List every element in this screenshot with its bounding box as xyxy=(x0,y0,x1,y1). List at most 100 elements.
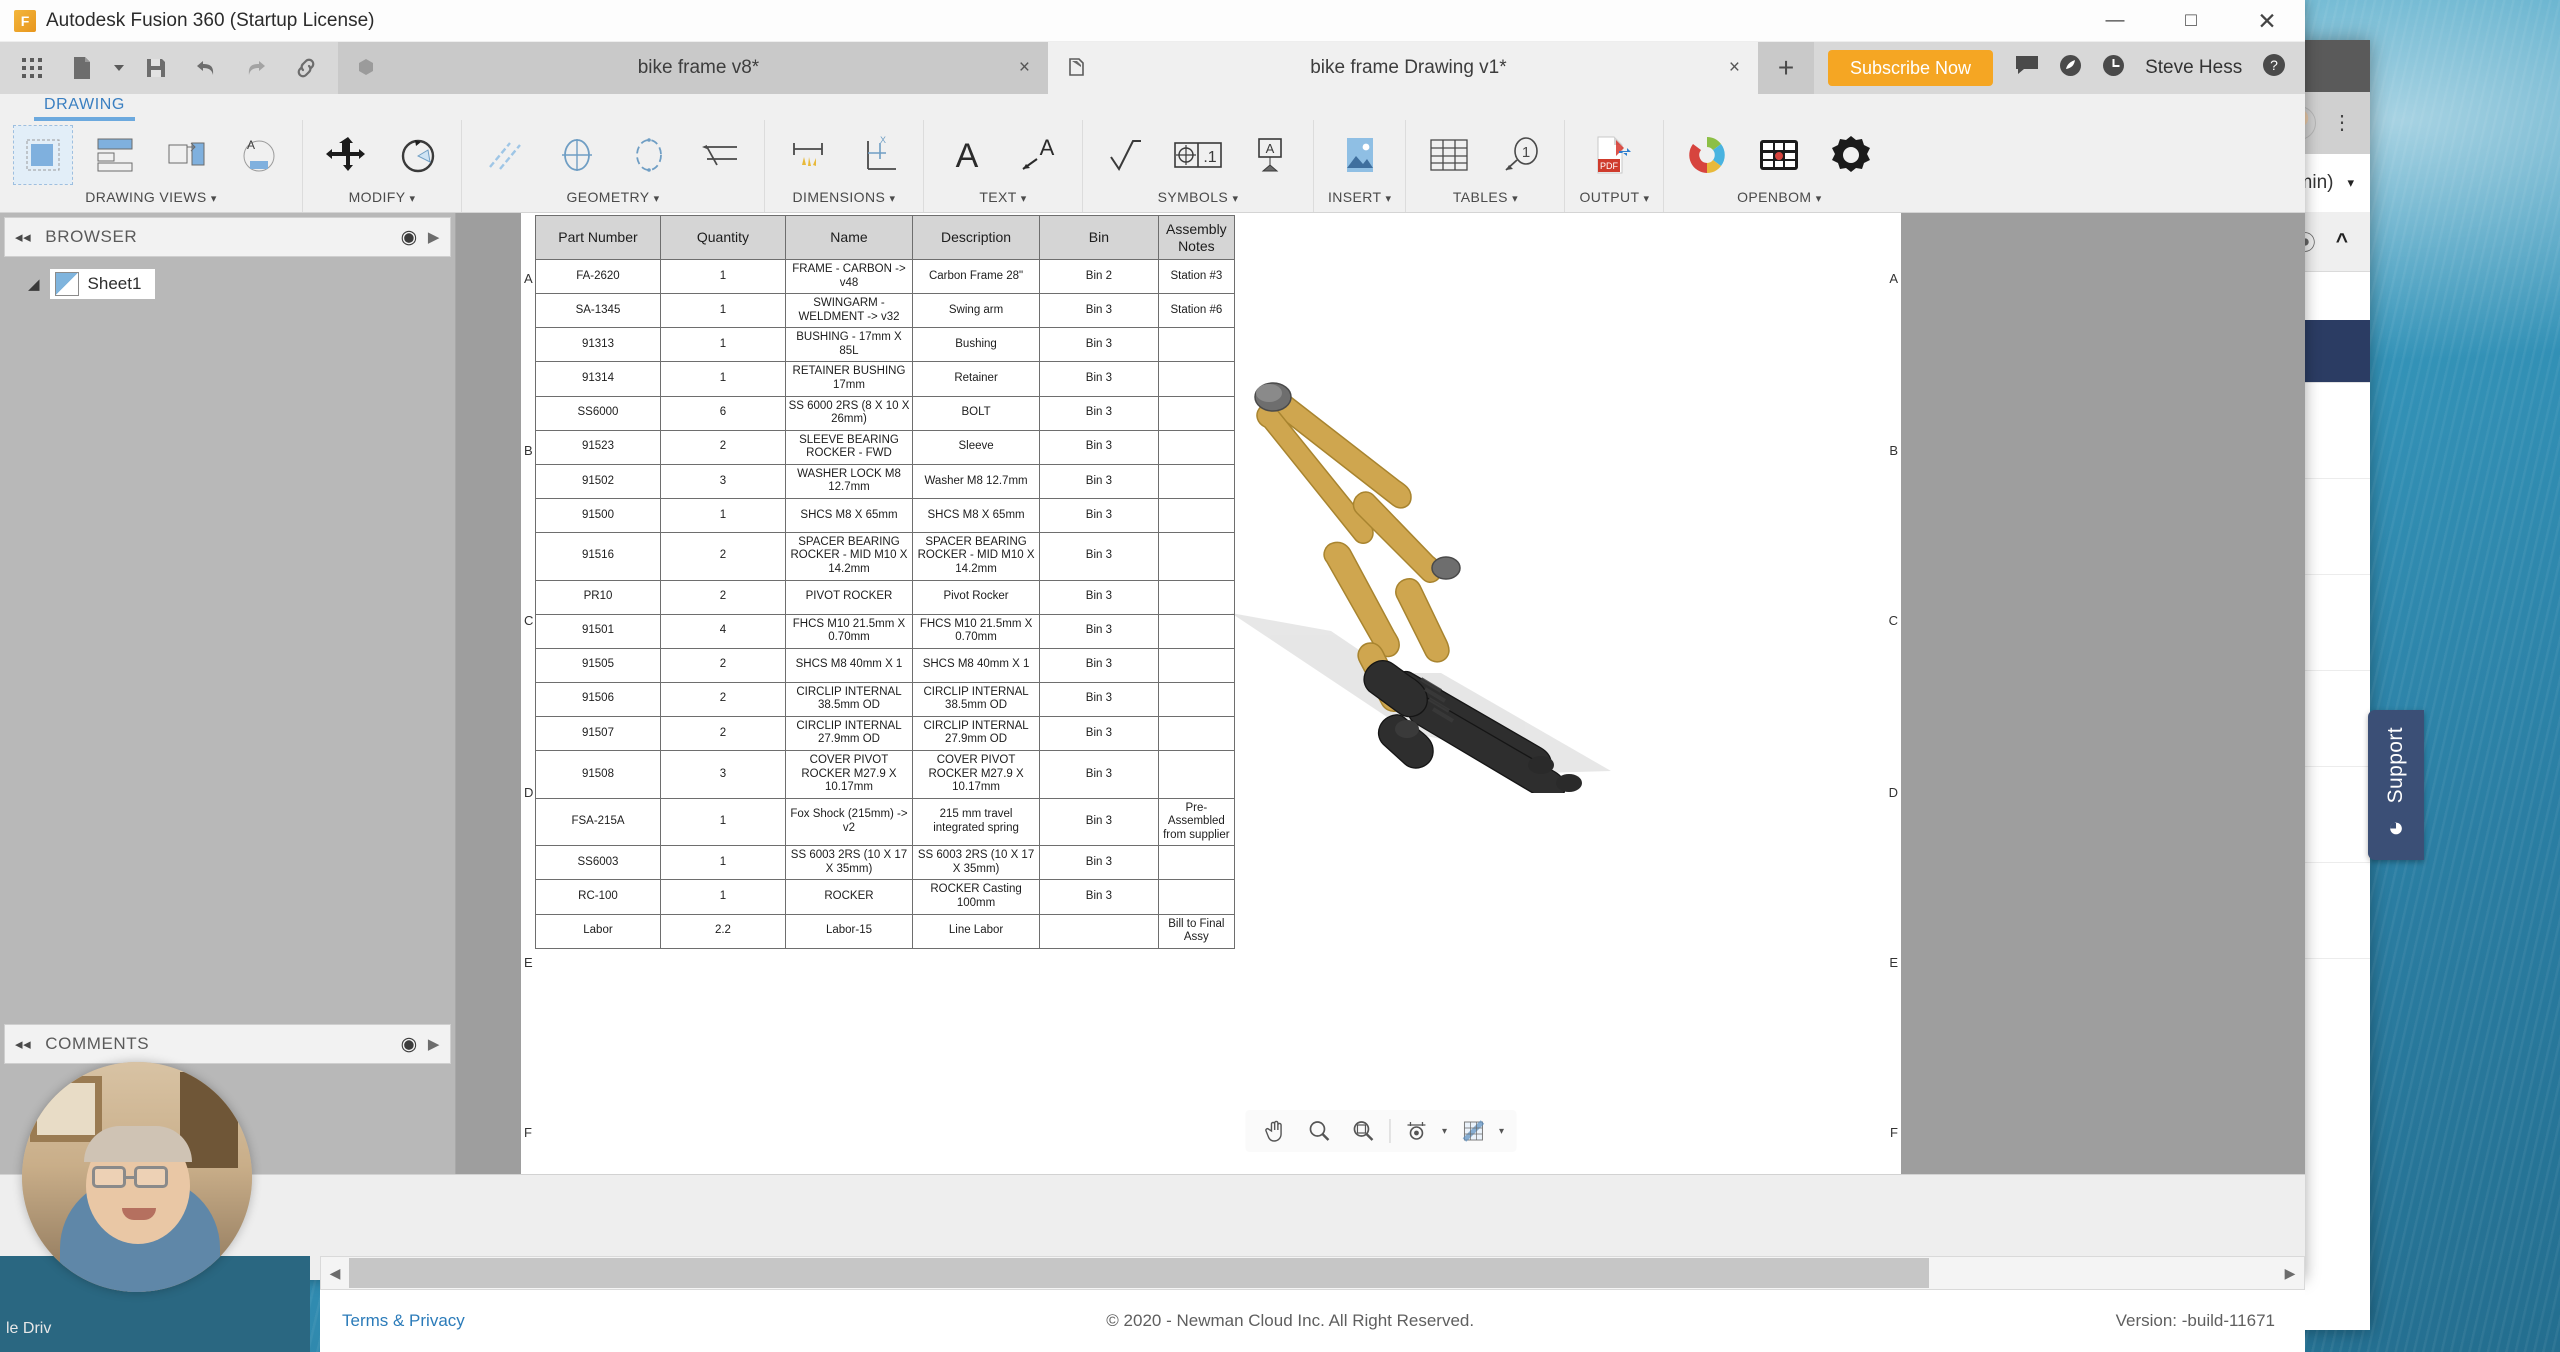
new-file-icon[interactable] xyxy=(60,46,104,90)
bom-cell-description[interactable]: CIRCLIP INTERNAL 27.9mm OD xyxy=(912,715,1041,751)
bom-cell-name[interactable]: ROCKER xyxy=(784,879,914,915)
bom-cell-assembly-notes[interactable] xyxy=(1157,879,1236,915)
close-icon[interactable]: × xyxy=(1729,57,1740,79)
maximize-button[interactable]: □ xyxy=(2153,0,2229,42)
bike-frame-model-view[interactable] xyxy=(1211,373,1671,802)
panel-label-insert[interactable]: INSERT ▾ xyxy=(1328,189,1391,212)
bom-cell-name[interactable]: WASHER LOCK M8 12.7mm xyxy=(784,463,914,499)
support-tab-button[interactable]: Support ◕ xyxy=(2368,710,2424,860)
bom-cell-name[interactable]: CIRCLIP INTERNAL 27.9mm OD xyxy=(784,715,914,751)
insert-image-icon[interactable] xyxy=(1331,126,1389,184)
bom-cell-name[interactable]: BUSHING - 17mm X 85L xyxy=(784,327,914,363)
chevron-down-icon[interactable]: ▾ xyxy=(1232,193,1238,205)
ribbon-tab-drawing[interactable]: DRAWING xyxy=(34,94,135,121)
bom-cell-assembly-notes[interactable] xyxy=(1157,845,1236,881)
file-dropdown-caret-icon[interactable] xyxy=(110,46,128,90)
bom-cell-bin[interactable]: Bin 3 xyxy=(1039,613,1159,649)
bom-cell-quantity[interactable]: 2 xyxy=(659,429,786,465)
bom-cell-name[interactable]: FHCS M10 21.5mm X 0.70mm xyxy=(784,613,914,649)
panel-label-openbom[interactable]: OPENBOM ▾ xyxy=(1737,189,1822,212)
bom-cell-description[interactable]: ROCKER Casting 100mm xyxy=(912,879,1041,915)
bom-row[interactable]: SS6003 1 SS 6003 2RS (10 X 17 X 35mm) SS 60… xyxy=(535,845,1236,881)
drawing-canvas[interactable]: 1 2 3 4 5 6 7 8 1 2 3 4 5 6 7 8 A B C xyxy=(456,213,2305,1174)
subscribe-now-button[interactable]: Subscribe Now xyxy=(1828,50,1994,86)
panel-label-dimensions[interactable]: DIMENSIONS ▾ xyxy=(793,189,896,212)
bom-cell-part-number[interactable]: SS6003 xyxy=(535,845,661,881)
bom-cell-name[interactable]: CIRCLIP INTERNAL 38.5mm OD xyxy=(784,681,914,717)
bom-row[interactable]: 91508 3 COVER PIVOT ROCKER M27.9 X 10.17mm… xyxy=(535,749,1236,799)
bom-cell-part-number[interactable]: 91505 xyxy=(535,647,661,683)
kebab-menu-icon[interactable]: ⋮ xyxy=(2332,113,2352,133)
bom-row[interactable]: 91516 2 SPACER BEARING ROCKER - MID M10 X … xyxy=(535,531,1236,581)
chevron-down-icon[interactable]: ▾ xyxy=(890,193,896,205)
bom-cell-name[interactable]: SHCS M8 X 65mm xyxy=(784,497,914,533)
bom-cell-part-number[interactable]: Labor xyxy=(535,913,661,949)
bom-row[interactable]: FA-2620 1 FRAME - CARBON -> v48 Carbon Fram… xyxy=(535,258,1236,295)
bom-cell-bin[interactable]: Bin 2 xyxy=(1039,258,1159,295)
bom-cell-description[interactable]: Swing arm xyxy=(912,293,1041,329)
eye-dot-icon[interactable]: ◉ xyxy=(401,1033,418,1056)
bom-cell-part-number[interactable]: SS6000 xyxy=(535,395,661,431)
bom-cell-quantity[interactable]: 1 xyxy=(659,258,786,295)
browser-tree-item-sheet1[interactable]: ◢ Sheet1 xyxy=(0,261,455,307)
close-icon[interactable]: × xyxy=(1019,57,1030,79)
expand-toggle-icon[interactable]: ◢ xyxy=(28,275,40,293)
grip-icon[interactable]: ▶ xyxy=(428,228,440,246)
bom-cell-name[interactable]: RETAINER BUSHING 17mm xyxy=(784,361,914,397)
openbom-table-icon[interactable] xyxy=(1750,126,1808,184)
bom-cell-name[interactable]: SS 6000 2RS (8 X 10 X 26mm) xyxy=(784,395,914,431)
bom-cell-bin[interactable]: Bin 3 xyxy=(1039,463,1159,499)
double-left-arrow-icon[interactable]: ◂◂ xyxy=(15,1035,31,1053)
grid-snap-icon[interactable] xyxy=(1455,1115,1491,1147)
bom-cell-quantity[interactable]: 2 xyxy=(659,531,786,581)
document-tab-bike-frame-drawing[interactable]: bike frame Drawing v1* × xyxy=(1048,42,1758,94)
bom-cell-part-number[interactable]: RC-100 xyxy=(535,879,661,915)
edge-extension-icon[interactable] xyxy=(692,126,750,184)
bom-cell-name[interactable]: PIVOT ROCKER xyxy=(784,579,914,615)
datum-identifier-icon[interactable]: A xyxy=(1241,126,1299,184)
bom-cell-name[interactable]: Labor-15 xyxy=(784,913,914,949)
bom-cell-quantity[interactable]: 1 xyxy=(659,497,786,533)
bom-row[interactable]: 91502 3 WASHER LOCK M8 12.7mm Washer M8 12.… xyxy=(535,463,1236,499)
grip-icon[interactable]: ▶ xyxy=(428,1035,440,1053)
detail-view-icon[interactable] xyxy=(158,126,216,184)
bom-row[interactable]: PR10 2 PIVOT ROCKER Pivot Rocker Bin 3 xyxy=(535,579,1236,615)
projected-view-icon[interactable] xyxy=(86,126,144,184)
bom-cell-part-number[interactable]: FSA-215A xyxy=(535,797,661,847)
table-icon[interactable] xyxy=(1420,126,1478,184)
bom-cell-quantity[interactable]: 1 xyxy=(659,293,786,329)
comment-icon[interactable] xyxy=(2015,54,2039,82)
bom-cell-assembly-notes[interactable]: Bill to Final Assy xyxy=(1157,913,1236,949)
bom-row[interactable]: 91507 2 CIRCLIP INTERNAL 27.9mm OD CIRCLIP … xyxy=(535,715,1236,751)
panel-label-tables[interactable]: TABLES ▾ xyxy=(1453,189,1518,212)
grid-apps-icon[interactable] xyxy=(10,46,54,90)
bom-cell-assembly-notes[interactable] xyxy=(1157,327,1236,363)
panel-label-output[interactable]: OUTPUT ▾ xyxy=(1579,189,1649,212)
bom-row[interactable]: 91501 4 FHCS M10 21.5mm X 0.70mm FHCS M10 2… xyxy=(535,613,1236,649)
surface-texture-icon[interactable] xyxy=(1097,126,1155,184)
scroll-left-arrow-icon[interactable]: ◀ xyxy=(321,1265,349,1282)
bom-cell-description[interactable]: SHCS M8 40mm X 1 xyxy=(912,647,1041,683)
bom-column-quantity[interactable]: Quantity xyxy=(659,215,786,260)
bom-cell-description[interactable]: Carbon Frame 28" xyxy=(912,258,1041,295)
bom-cell-name[interactable]: COVER PIVOT ROCKER M27.9 X 10.17mm xyxy=(784,749,914,799)
center-mark-icon[interactable] xyxy=(548,126,606,184)
bom-cell-bin[interactable]: Bin 3 xyxy=(1039,647,1159,683)
document-tab-bike-frame[interactable]: bike frame v8* × xyxy=(338,42,1048,94)
bom-cell-part-number[interactable]: PR10 xyxy=(535,579,661,615)
double-left-arrow-icon[interactable]: ◂◂ xyxy=(15,228,31,246)
bom-cell-description[interactable]: Retainer xyxy=(912,361,1041,397)
save-icon[interactable] xyxy=(134,46,178,90)
redo-icon[interactable] xyxy=(234,46,278,90)
bom-row[interactable]: 91505 2 SHCS M8 40mm X 1 SHCS M8 40mm X 1 Bi… xyxy=(535,647,1236,683)
terms-privacy-link[interactable]: Terms & Privacy xyxy=(342,1311,465,1330)
bom-cell-name[interactable]: FRAME - CARBON -> v48 xyxy=(784,258,914,295)
scroll-right-arrow-icon[interactable]: ▶ xyxy=(2276,1265,2304,1282)
undo-icon[interactable] xyxy=(184,46,228,90)
bom-cell-bin[interactable]: Bin 3 xyxy=(1039,845,1159,881)
panel-label-drawing-views[interactable]: DRAWING VIEWS ▾ xyxy=(85,189,217,212)
bom-cell-bin[interactable]: Bin 3 xyxy=(1039,681,1159,717)
bom-column-description[interactable]: Description xyxy=(912,215,1041,260)
bom-cell-bin[interactable]: Bin 3 xyxy=(1039,361,1159,397)
bom-cell-name[interactable]: SWINGARM - WELDMENT -> v32 xyxy=(784,293,914,329)
